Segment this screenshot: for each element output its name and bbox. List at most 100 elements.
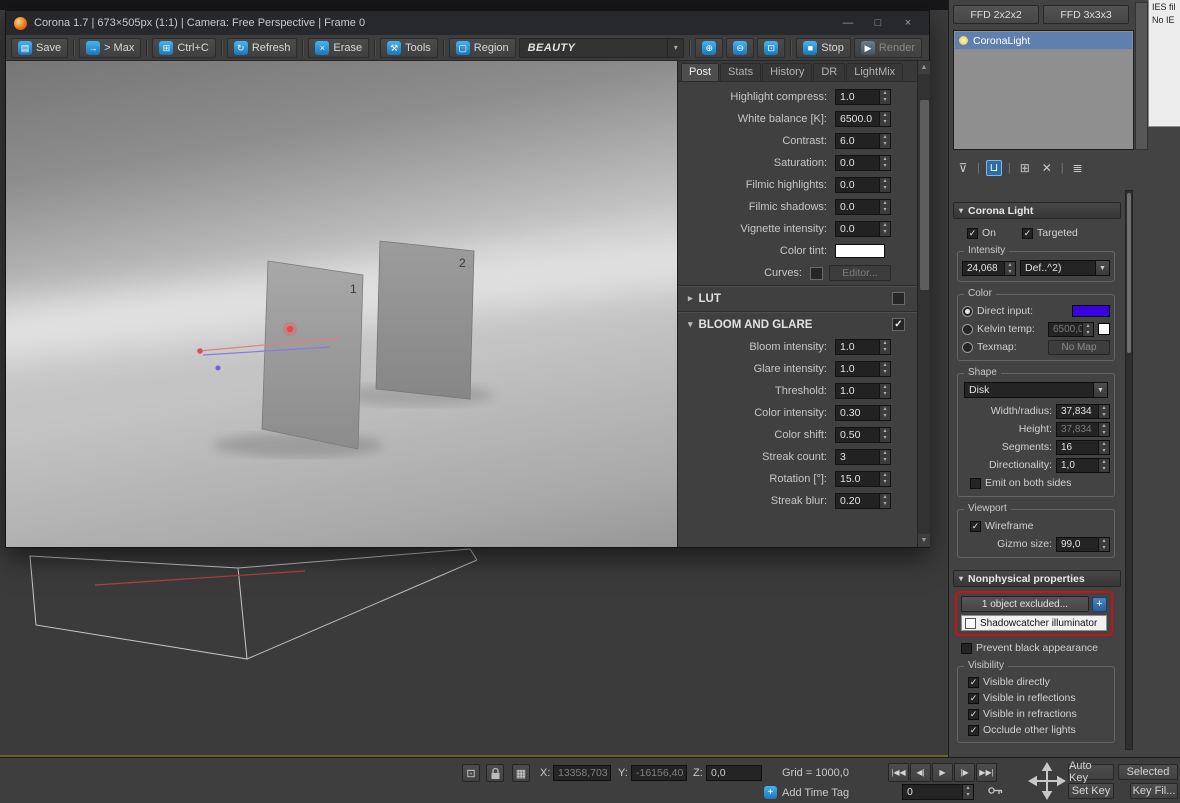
spinner-arrows[interactable]: ▴▾ [1098, 423, 1109, 436]
texmap-button[interactable]: No Map [1048, 340, 1110, 355]
filmic-shadows-spinner[interactable]: 0.0▴▾ [835, 199, 891, 215]
rollout-scrollbar[interactable] [1125, 190, 1133, 750]
scroll-thumb[interactable] [920, 100, 929, 290]
wireframe-toggle[interactable]: Wireframe [970, 520, 1033, 532]
streak-blur-spinner[interactable]: 0.20▴▾ [835, 493, 891, 509]
pin-stack-icon[interactable]: ⊽ [955, 161, 971, 175]
tab-dr[interactable]: DR [813, 63, 845, 81]
render-button[interactable]: ▶Render [854, 38, 922, 58]
bloom-glare-section-header[interactable]: ▾ BLOOM AND GLARE [678, 312, 917, 336]
go-to-end-button[interactable]: ▶▶| [976, 763, 997, 782]
copy-clipboard-button[interactable]: ⊞Ctrl+C [152, 38, 215, 58]
pan-navigation-icon[interactable] [1028, 762, 1066, 803]
ffd-2x2x2-button[interactable]: FFD 2x2x2 [953, 5, 1039, 24]
intensity-units-dropdown[interactable]: Def..^2)▼ [1020, 260, 1110, 276]
spinner-arrows[interactable]: ▴▾ [879, 134, 890, 148]
tools-button[interactable]: ⚒Tools [380, 38, 438, 58]
contrast-spinner[interactable]: 6.0▴▾ [835, 133, 891, 149]
emit-both-sides-toggle[interactable]: Emit on both sides [970, 477, 1071, 489]
save-button[interactable]: ▤Save [11, 38, 68, 58]
current-frame-spinner[interactable]: 0▴▾ [902, 784, 974, 800]
close-icon[interactable]: × [895, 17, 921, 29]
maximize-icon[interactable]: □ [865, 17, 891, 29]
add-exclude-button[interactable]: + [1092, 597, 1107, 612]
directionality-spinner[interactable]: 1,0▴▾ [1056, 458, 1110, 473]
add-time-tag[interactable]: Add Time Tag [782, 787, 849, 799]
lut-section-header[interactable]: ▸ LUT [678, 286, 917, 310]
absolute-mode-icon[interactable]: ▦ [512, 764, 530, 782]
vfb-scrollbar[interactable]: ▲ ▼ [917, 61, 930, 547]
spinner-arrows[interactable]: ▴▾ [879, 222, 890, 236]
next-frame-button[interactable]: |▶ [954, 763, 975, 782]
spinner-arrows[interactable]: ▴▾ [879, 156, 890, 170]
threshold-spinner[interactable]: 1.0▴▾ [835, 383, 891, 399]
region-button[interactable]: ▢Region [449, 38, 516, 58]
intensity-spinner[interactable]: 24,068▴▾ [962, 261, 1016, 276]
spinner-arrows[interactable]: ▴▾ [962, 785, 973, 799]
spinner-arrows[interactable]: ▴▾ [1098, 405, 1109, 418]
zoom-fit-button[interactable]: ⊡ [757, 38, 785, 58]
erase-button[interactable]: ×Erase [308, 38, 369, 58]
scroll-down-icon[interactable]: ▼ [918, 534, 930, 547]
spinner-arrows[interactable]: ▴▾ [879, 200, 890, 214]
color-shift-spinner[interactable]: 0.50▴▾ [835, 427, 891, 443]
visible-refractions-toggle[interactable]: Visible in refractions [968, 708, 1077, 720]
targeted-checkbox[interactable] [1022, 228, 1033, 239]
minimize-icon[interactable]: — [835, 17, 861, 29]
zoom-in-button[interactable]: ⊕ [695, 38, 723, 58]
height-spinner[interactable]: 37,834▴▾ [1056, 422, 1110, 437]
spinner-arrows[interactable]: ▴▾ [879, 362, 890, 376]
copy-to-max-button[interactable]: →> Max [79, 38, 141, 58]
visible-directly-checkbox[interactable] [968, 677, 979, 688]
render-image[interactable]: 1 2 [6, 61, 678, 547]
spinner-arrows[interactable]: ▴▾ [879, 406, 890, 420]
visible-refractions-checkbox[interactable] [968, 709, 979, 720]
y-coordinate-input[interactable]: -16156,40 [631, 765, 687, 781]
texmap-radio[interactable] [962, 342, 973, 353]
configure-modifier-sets-icon[interactable]: ≣ [1070, 161, 1086, 175]
visible-directly-toggle[interactable]: Visible directly [968, 676, 1050, 688]
visible-reflections-checkbox[interactable] [968, 693, 979, 704]
shape-type-dropdown[interactable]: Disk▼ [964, 382, 1108, 398]
stop-button[interactable]: ■Stop [796, 38, 851, 58]
set-key-button[interactable]: Set Key [1068, 783, 1114, 799]
refresh-button[interactable]: ↻Refresh [227, 38, 298, 58]
scroll-thumb[interactable] [1127, 193, 1131, 353]
bloom-glare-enable-checkbox[interactable] [892, 318, 905, 331]
rotation-spinner[interactable]: 15.0▴▾ [835, 471, 891, 487]
gizmo-size-spinner[interactable]: 99,0▴▾ [1056, 537, 1110, 552]
kelvin-temp-radio[interactable] [962, 324, 973, 335]
spinner-arrows[interactable]: ▴▾ [1004, 262, 1015, 275]
modifier-stack-selected-row[interactable]: CoronaLight [955, 32, 1132, 49]
wireframe-checkbox[interactable] [970, 521, 981, 532]
modifier-stack[interactable]: CoronaLight [953, 30, 1134, 150]
shadowcatcher-checkbox[interactable] [965, 618, 976, 629]
vignette-intensity-spinner[interactable]: 0.0▴▾ [835, 221, 891, 237]
filmic-highlights-spinner[interactable]: 0.0▴▾ [835, 177, 891, 193]
glare-intensity-spinner[interactable]: 1.0▴▾ [835, 361, 891, 377]
spinner-arrows[interactable]: ▴▾ [1098, 459, 1109, 472]
show-end-result-icon[interactable]: ⊔ [986, 160, 1002, 176]
exclude-list-button[interactable]: 1 object excluded... [961, 596, 1089, 612]
key-mode-icon[interactable] [988, 786, 1003, 798]
visible-reflections-toggle[interactable]: Visible in reflections [968, 692, 1076, 704]
color-intensity-spinner[interactable]: 0.30▴▾ [835, 405, 891, 421]
shadowcatcher-illuminator-row[interactable]: Shadowcatcher illuminator [961, 615, 1107, 631]
spinner-arrows[interactable]: ▴▾ [1082, 323, 1093, 336]
scroll-up-icon[interactable]: ▲ [918, 61, 930, 74]
spinner-arrows[interactable]: ▴▾ [879, 340, 890, 354]
on-checkbox[interactable] [967, 228, 978, 239]
key-filters-button[interactable]: Key Fil... [1130, 783, 1178, 799]
corona-light-rollout-header[interactable]: ▾ Corona Light [953, 202, 1121, 219]
occlude-other-lights-toggle[interactable]: Occlude other lights [968, 724, 1076, 736]
saturation-spinner[interactable]: 0.0▴▾ [835, 155, 891, 171]
remove-modifier-icon[interactable]: ✕ [1039, 161, 1055, 175]
occlude-other-lights-checkbox[interactable] [968, 725, 979, 736]
spinner-arrows[interactable]: ▴▾ [879, 494, 890, 508]
prevent-black-toggle[interactable]: Prevent black appearance [961, 642, 1123, 654]
segments-spinner[interactable]: 16▴▾ [1056, 440, 1110, 455]
ffd-3x3x3-button[interactable]: FFD 3x3x3 [1043, 5, 1129, 24]
kelvin-temp-spinner[interactable]: 6500,0▴▾ [1048, 322, 1094, 337]
curves-checkbox[interactable] [810, 267, 823, 280]
spinner-arrows[interactable]: ▴▾ [879, 472, 890, 486]
